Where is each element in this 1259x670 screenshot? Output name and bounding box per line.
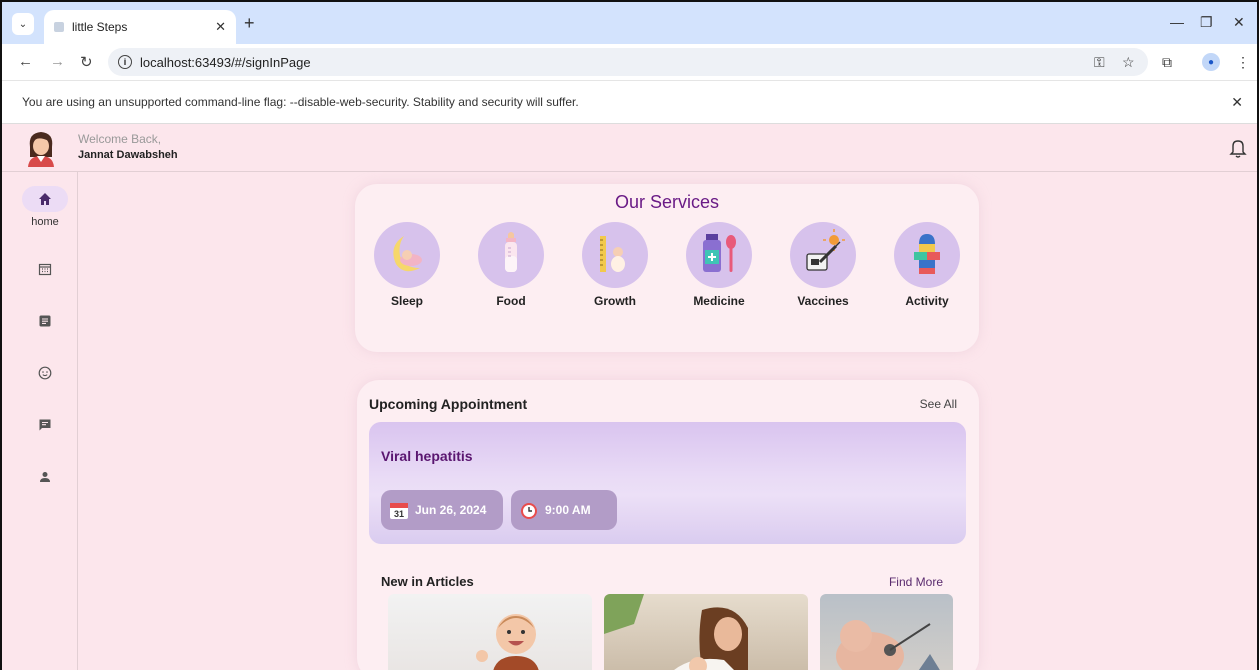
browser-tab[interactable]: little Steps ✕ — [44, 10, 236, 44]
user-name: Jannat Dawabsheh — [78, 149, 178, 161]
sidebar-item-home[interactable] — [22, 186, 68, 212]
appointment-time: 9:00 AM — [545, 503, 591, 517]
chat-icon — [39, 419, 51, 431]
see-all-link[interactable]: See All — [920, 397, 957, 411]
appointment-date: Jun 26, 2024 — [415, 503, 487, 517]
sidebar-item-profile[interactable] — [22, 464, 68, 490]
service-vaccines[interactable]: Vaccines — [787, 222, 859, 308]
sidebar-item-calendar[interactable] — [22, 256, 68, 282]
warning-text: You are using an unsupported command-lin… — [22, 95, 579, 109]
welcome-text: Welcome Back, — [78, 132, 162, 146]
appointment-item[interactable]: Viral hepatitis 31 Jun 26, 2024 9:00 AM — [369, 422, 966, 544]
services-card: Our Services Sleep Food Growth Medicine … — [355, 184, 979, 352]
minimize-icon[interactable]: — — [1170, 14, 1184, 30]
newborn-photo-icon — [836, 620, 940, 670]
appointments-card: Upcoming Appointment See All Viral hepat… — [357, 380, 979, 670]
browser-tab-bar: ⌄ little Steps ✕ + — ❐ ✕ — [2, 2, 1257, 44]
forward-icon[interactable]: → — [50, 53, 65, 70]
sidebar-item-chat[interactable] — [22, 412, 68, 438]
article-thumbnail[interactable] — [820, 594, 953, 670]
baby-photo-icon — [476, 614, 539, 670]
service-medicine[interactable]: Medicine — [683, 222, 755, 308]
infobar-close-icon[interactable]: ✕ — [1231, 94, 1243, 111]
bookmark-star-icon[interactable]: ☆ — [1122, 54, 1135, 71]
sleep-icon — [393, 236, 422, 272]
articles-title: New in Articles — [381, 574, 474, 589]
back-icon[interactable]: ← — [18, 53, 33, 70]
window-close-icon[interactable]: ✕ — [1233, 14, 1245, 31]
growth-ruler-icon — [600, 236, 625, 272]
address-bar[interactable]: i localhost:63493/#/signInPage — [108, 48, 1148, 76]
site-info-icon[interactable]: i — [118, 55, 132, 69]
appointments-title: Upcoming Appointment — [369, 396, 528, 412]
password-key-icon[interactable]: ⚿ — [1094, 54, 1105, 71]
home-icon — [39, 193, 51, 205]
favicon-icon — [54, 22, 64, 32]
new-tab-icon[interactable]: + — [244, 13, 255, 34]
alarm-clock-icon — [521, 503, 537, 519]
vaccine-icon — [806, 229, 845, 271]
article-thumbnail[interactable] — [388, 594, 592, 670]
appointment-time-chip: 9:00 AM — [511, 490, 617, 530]
sidebar-item-baby[interactable] — [22, 360, 68, 386]
calendar-icon — [38, 263, 52, 276]
find-more-link[interactable]: Find More — [889, 575, 943, 589]
sidebar: home — [2, 172, 78, 670]
service-sleep[interactable]: Sleep — [371, 222, 443, 308]
bell-icon[interactable] — [1229, 138, 1247, 158]
app-header: Welcome Back, Jannat Dawabsheh — [2, 124, 1257, 172]
person-icon — [40, 472, 50, 482]
url-text: localhost:63493/#/signInPage — [140, 54, 311, 70]
appointment-name: Viral hepatitis — [381, 448, 473, 464]
services-title: Our Services — [614, 192, 720, 212]
restore-icon[interactable]: ❐ — [1200, 14, 1213, 31]
service-food[interactable]: Food — [475, 222, 547, 308]
svg-text:31: 31 — [394, 509, 404, 519]
app-root: Welcome Back, Jannat Dawabsheh home Our … — [2, 124, 1257, 670]
article-icon — [39, 315, 51, 327]
profile-icon[interactable]: ● — [1202, 53, 1220, 71]
sidebar-item-label: home — [31, 216, 59, 228]
service-activity[interactable]: Activity — [891, 222, 963, 308]
reload-icon[interactable]: ↻ — [80, 53, 93, 71]
menu-kebab-icon[interactable]: ⋮ — [1236, 54, 1250, 71]
mother-baby-photo-icon — [604, 594, 748, 670]
hopscotch-icon — [914, 234, 940, 274]
service-growth[interactable]: Growth — [579, 222, 651, 308]
sidebar-item-articles[interactable] — [22, 308, 68, 334]
baby-face-icon — [38, 366, 52, 380]
browser-toolbar: ← → ↻ i localhost:63493/#/signInPage ⚿ ☆… — [2, 44, 1257, 80]
article-thumbnail[interactable] — [604, 594, 808, 670]
tab-close-icon[interactable]: ✕ — [215, 19, 226, 35]
tab-title: little Steps — [72, 20, 128, 34]
medicine-icon — [703, 234, 736, 272]
tab-search-icon[interactable]: ⌄ — [12, 13, 34, 35]
warning-infobar: You are using an unsupported command-lin… — [2, 80, 1257, 124]
extensions-icon[interactable]: ⧉ — [1162, 54, 1172, 71]
avatar[interactable] — [24, 129, 58, 167]
calendar-31-icon: 31 — [390, 503, 408, 519]
appointment-date-chip: 31 Jun 26, 2024 — [381, 490, 503, 530]
baby-bottle-icon — [505, 232, 517, 272]
